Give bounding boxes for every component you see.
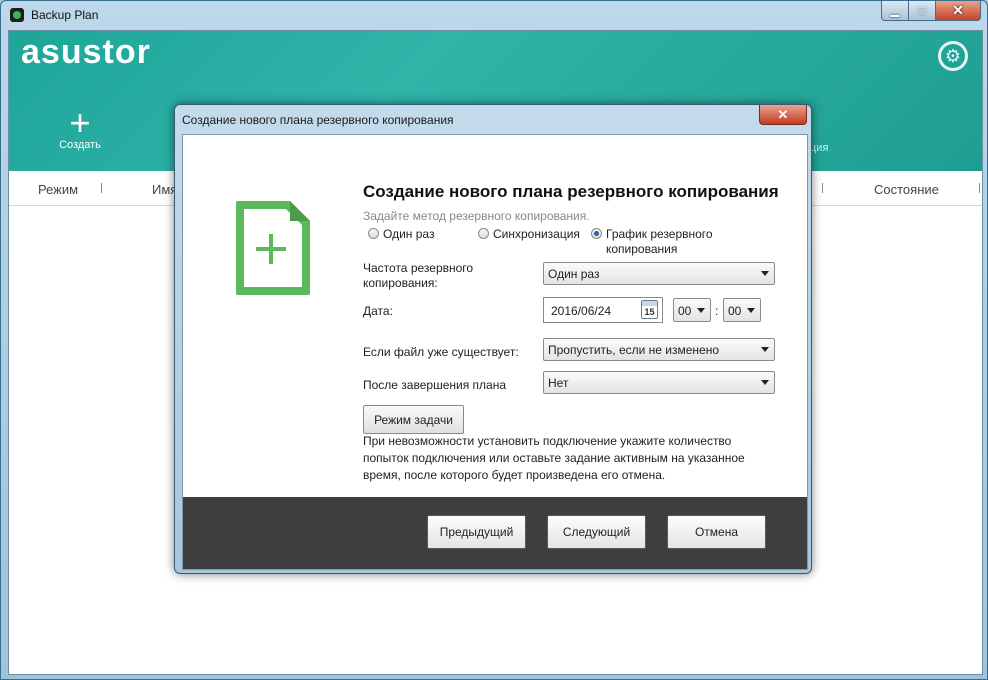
dialog-body: Создание нового плана резервного копиров… bbox=[182, 134, 808, 570]
column-status[interactable]: Состояние bbox=[874, 182, 939, 197]
after-plan-label: После завершения плана bbox=[363, 378, 507, 392]
method-sync-label: Синхронизация bbox=[493, 227, 580, 241]
dialog-subtitle: Задайте метод резервного копирования. bbox=[363, 209, 590, 223]
chevron-down-icon bbox=[761, 380, 769, 385]
column-divider bbox=[979, 183, 980, 193]
chevron-down-icon bbox=[761, 271, 769, 276]
date-label: Дата: bbox=[363, 304, 393, 318]
cancel-button[interactable]: Отмена bbox=[667, 515, 766, 549]
date-value: 2016/06/24 bbox=[551, 304, 612, 318]
radio-indicator bbox=[368, 228, 379, 239]
if-exists-value: Пропустить, если не изменено bbox=[548, 343, 720, 357]
create-label: Создать bbox=[59, 139, 101, 151]
frequency-select[interactable]: Один раз bbox=[543, 262, 775, 285]
dialog-footer: Предыдущий Следующий Отмена bbox=[183, 497, 807, 569]
chevron-down-icon bbox=[747, 308, 755, 313]
toolbar-partial-label: ция bbox=[810, 142, 829, 154]
asustor-logo: asustor bbox=[21, 33, 151, 71]
create-button[interactable]: + Создать bbox=[49, 102, 111, 152]
column-divider bbox=[101, 183, 102, 193]
after-plan-select[interactable]: Нет bbox=[543, 371, 775, 394]
close-button[interactable]: ✕ bbox=[936, 1, 981, 21]
after-plan-value: Нет bbox=[548, 376, 569, 390]
create-plan-dialog: Создание нового плана резервного копиров… bbox=[174, 104, 812, 574]
method-schedule-radio[interactable]: График резервного копирования bbox=[591, 227, 726, 257]
calendar-icon[interactable]: 15 bbox=[641, 300, 658, 319]
method-once-label: Один раз bbox=[383, 227, 435, 241]
plus-icon: + bbox=[69, 102, 91, 143]
maximize-icon: □ bbox=[918, 4, 926, 17]
hour-select[interactable]: 00 bbox=[673, 298, 711, 322]
dialog-heading: Создание нового плана резервного копиров… bbox=[363, 182, 779, 201]
method-sync-radio[interactable]: Синхронизация bbox=[478, 227, 580, 241]
frequency-label: Частота резервного копирования: bbox=[363, 261, 474, 290]
dialog-title: Создание нового плана резервного копиров… bbox=[182, 113, 454, 127]
close-icon: ✕ bbox=[952, 2, 964, 18]
window-controls: ▁ □ ✕ bbox=[881, 1, 981, 21]
settings-gear-icon[interactable]: ⚙ bbox=[938, 41, 968, 71]
frequency-value: Один раз bbox=[548, 267, 600, 281]
dialog-close-button[interactable]: ✕ bbox=[759, 105, 807, 125]
task-mode-button[interactable]: Режим задачи bbox=[363, 405, 464, 434]
if-exists-label: Если файл уже существует: bbox=[363, 345, 519, 359]
method-schedule-label: График резервного копирования bbox=[606, 227, 713, 256]
chevron-down-icon bbox=[761, 347, 769, 352]
method-once-radio[interactable]: Один раз bbox=[368, 227, 434, 241]
column-divider bbox=[822, 183, 823, 193]
app-icon bbox=[10, 8, 24, 22]
radio-indicator-selected bbox=[591, 228, 602, 239]
window-titlebar[interactable]: Backup Plan ▁ □ ✕ bbox=[1, 1, 987, 29]
previous-button[interactable]: Предыдущий bbox=[427, 515, 526, 549]
minute-select[interactable]: 00 bbox=[723, 298, 761, 322]
time-separator: : bbox=[715, 304, 719, 318]
close-icon: ✕ bbox=[777, 106, 789, 122]
new-document-icon bbox=[236, 201, 310, 295]
hour-value: 00 bbox=[678, 304, 692, 318]
column-mode[interactable]: Режим bbox=[38, 182, 78, 197]
date-input[interactable]: 2016/06/24 15 bbox=[543, 297, 663, 323]
minimize-button[interactable]: ▁ bbox=[881, 1, 909, 21]
minimize-icon: ▁ bbox=[890, 5, 900, 17]
window-title: Backup Plan bbox=[31, 8, 99, 22]
next-button[interactable]: Следующий bbox=[547, 515, 646, 549]
maximize-button[interactable]: □ bbox=[909, 1, 936, 21]
chevron-down-icon bbox=[697, 308, 705, 313]
radio-indicator bbox=[478, 228, 489, 239]
connection-note: При невозможности установить подключение… bbox=[363, 434, 745, 482]
minute-value: 00 bbox=[728, 304, 742, 318]
if-exists-select[interactable]: Пропустить, если не изменено bbox=[543, 338, 775, 361]
